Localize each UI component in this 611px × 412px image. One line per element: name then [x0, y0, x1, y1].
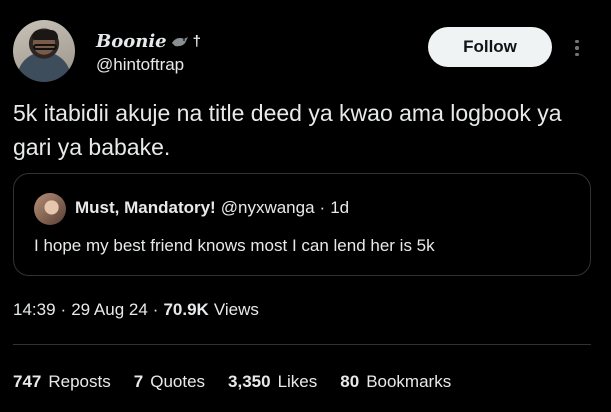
avatar-glasses [33, 44, 57, 50]
quoted-author-name: Must, Mandatory! [75, 198, 216, 217]
author-handle[interactable]: @hintoftrap [96, 55, 184, 75]
quotes-label: Quotes [150, 372, 206, 391]
reposts-count: 747 [13, 372, 42, 391]
quotes-stat[interactable]: 7 Quotes [134, 372, 205, 392]
bookmarks-label: Bookmarks [366, 372, 452, 391]
dot [575, 39, 579, 44]
quoted-tweet[interactable]: Must, Mandatory! @nyxwanga · 1d I hope m… [13, 173, 591, 276]
bird-emoji-icon [171, 37, 188, 47]
views-count: 70.9K [163, 300, 209, 319]
tweet-text: 5k itabidii akuje na title deed ya kwao … [13, 100, 562, 160]
likes-count: 3,350 [228, 372, 271, 391]
bookmarks-count: 80 [340, 372, 360, 391]
author-name-suffix: † [192, 32, 201, 50]
reposts-label: Reposts [48, 372, 111, 391]
likes-stat[interactable]: 3,350 Likes [228, 372, 317, 392]
quoted-timestamp: 1d [330, 198, 350, 217]
more-options-icon[interactable] [567, 33, 587, 63]
author-display-name[interactable]: Boonie [96, 31, 167, 52]
dot [575, 52, 579, 57]
meta-separator: · [60, 300, 67, 319]
follow-button[interactable]: Follow [428, 27, 552, 67]
tweet: Boonie † @hintoftrap Follow 5k itabidii … [0, 0, 611, 412]
quoted-separator: · [319, 198, 326, 217]
reposts-stat[interactable]: 747 Reposts [13, 372, 111, 392]
divider [13, 344, 591, 345]
author-avatar[interactable] [13, 20, 75, 82]
avatar-hair [32, 30, 58, 40]
likes-label: Likes [277, 372, 318, 391]
tweet-date[interactable]: 29 Aug 24 [71, 300, 148, 320]
quoted-tweet-text: I hope my best friend knows most I can l… [34, 236, 435, 255]
quoted-author-avatar [34, 193, 66, 225]
quoted-author-handle: @nyxwanga [220, 198, 315, 217]
tweet-time[interactable]: 14:39 [13, 300, 56, 320]
tweet-meta: 14:39 · 29 Aug 24 · 70.9K Views [13, 300, 259, 320]
author-name-row[interactable]: Boonie † [96, 30, 201, 52]
quoted-tweet-header: Must, Mandatory! @nyxwanga · 1d [75, 198, 349, 218]
bookmarks-stat[interactable]: 80 Bookmarks [340, 372, 451, 392]
dot [575, 46, 579, 50]
views-label: Views [213, 300, 259, 319]
quotes-count: 7 [133, 372, 144, 391]
meta-separator: · [152, 300, 159, 319]
engagement-stats: 747 Reposts 7 Quotes 3,350 Likes 80 Book… [13, 372, 474, 392]
